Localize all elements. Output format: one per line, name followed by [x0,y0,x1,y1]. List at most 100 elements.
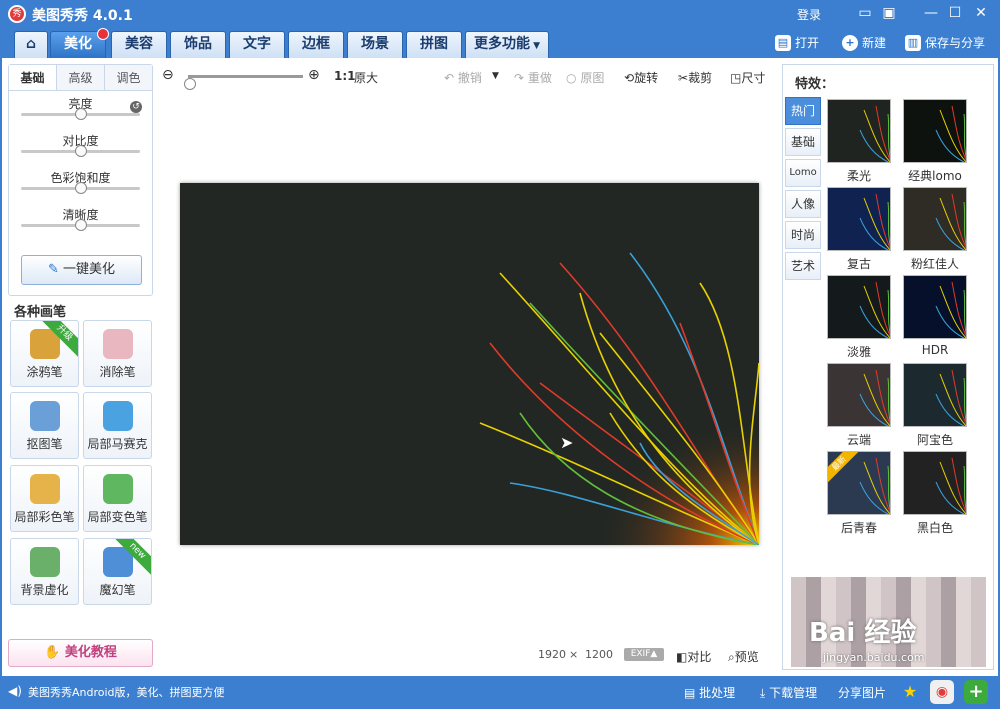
brush-item[interactable]: 局部变色笔 [83,465,152,532]
feedback-icon[interactable]: ▭ [854,4,876,24]
brightness-slider[interactable]: 亮度 [9,91,152,128]
tutorial-button[interactable]: ✋ 美化教程 [8,639,153,667]
tab-frame[interactable]: 边框 [288,31,344,58]
rotate-button[interactable]: ⟲旋转 [624,69,658,86]
tab-beauty[interactable]: 美容 [111,31,167,58]
login-link[interactable]: 登录 [797,6,821,23]
close-icon[interactable]: ✕ [970,4,992,24]
effect-item[interactable]: 黑白色 [903,451,967,536]
slider-track[interactable] [21,108,140,120]
share-image-button[interactable]: 分享图片 [838,684,886,701]
brush-item[interactable]: 消除笔 [83,320,152,387]
image-canvas[interactable]: ➤ [180,183,759,545]
tab-more[interactable]: 更多功能 ▼ [465,31,549,58]
effect-label: 柔光 [846,169,871,183]
redo-label: 重做 [527,71,552,85]
weibo-icon[interactable]: ◉ [930,680,954,704]
effect-item[interactable]: 淡雅 [827,275,891,360]
original-image-button[interactable]: ○ 原图 [566,69,604,86]
minimize-icon[interactable]: — [920,4,942,24]
tab-scene[interactable]: 场景 [347,31,403,58]
effect-category[interactable]: 时尚 [785,221,821,249]
effect-item[interactable]: 阿宝色 [903,363,967,448]
slider-handle[interactable] [74,182,87,194]
tab-home[interactable]: ⌂ [14,31,48,58]
preview-label: 预览 [734,650,759,664]
effect-category[interactable]: 艺术 [785,252,821,280]
tab-beautify[interactable]: 美化 [50,28,109,58]
effect-category[interactable]: 热门 [785,97,821,125]
brush-item[interactable]: 抠图笔 [10,392,79,459]
slider-handle[interactable] [74,145,87,157]
slider-handle[interactable] [74,108,87,120]
maximize-icon[interactable]: ☐ [944,4,966,24]
undo-dropdown-icon[interactable]: ▼ [492,71,499,81]
status-message[interactable]: 美图秀秀Android版，美化、拼图更方便 [28,684,225,700]
slider-track[interactable] [21,182,140,194]
brush-item[interactable]: 局部彩色笔 [10,465,79,532]
original-size-button[interactable]: 原大 [354,69,378,86]
tab-color[interactable]: 调色 [105,65,152,90]
tab-accessories[interactable]: 饰品 [170,31,226,58]
one-click-beautify-button[interactable]: ✎ 一键美化 [21,255,142,285]
saturation-slider[interactable]: 色彩饱和度 [9,165,152,202]
brush-item[interactable]: 魔幻笔 new [83,538,152,605]
effect-item[interactable]: 复古 [827,187,891,272]
effect-label: 黑白色 [916,521,953,535]
skin-icon[interactable]: ▣ [878,4,900,24]
effect-item[interactable]: HDR [903,275,967,357]
undo-button[interactable]: ↶ 撤销 [444,69,482,86]
save-share-button[interactable]: ▥ 保存与分享 [905,34,985,51]
brush-item[interactable]: 涂鸦笔 升级 [10,320,79,387]
sharpness-slider[interactable]: 清晰度 [9,202,152,239]
zoom-in-icon[interactable]: ⊕ [308,67,320,83]
effect-category[interactable]: 人像 [785,190,821,218]
crop-button[interactable]: ✂裁剪 [678,69,712,86]
effect-thumbnail [827,275,891,339]
batch-button[interactable]: ▤ 批处理 [684,684,735,701]
brush-label: 局部变色笔 [87,510,148,524]
exif-button[interactable]: EXIF▲ [624,648,664,661]
app-title: 美图秀秀 4.0.1 [32,8,133,24]
tab-text[interactable]: 文字 [229,31,285,58]
effect-label: HDR [921,343,949,357]
slider-handle[interactable] [74,219,87,231]
slider-track[interactable] [21,145,140,157]
download-manager-button[interactable]: ⤓ 下载管理 [760,684,817,701]
effect-thumbnail-art [935,369,966,426]
tab-basic[interactable]: 基础 [9,65,57,90]
tab-advanced[interactable]: 高级 [57,65,105,90]
compare-label: 对比 [687,650,712,664]
compare-button[interactable]: ◧对比 [676,648,711,665]
effect-item[interactable]: 粉红佳人 [903,187,967,272]
tab-collage[interactable]: 拼图 [406,31,462,58]
brush-item[interactable]: 局部马赛克 [83,392,152,459]
effect-label: 粉红佳人 [910,257,959,271]
title-bar: 秀 美图秀秀 4.0.1 登录 ▭ ▣ — ☐ ✕ [0,0,1000,28]
redo-button[interactable]: ↷ 重做 [514,69,552,86]
preview-icon: ⌕ [728,650,735,664]
slider-track[interactable] [21,219,140,231]
effect-label: 云端 [846,433,871,447]
add-icon[interactable]: + [964,680,988,704]
effect-category[interactable]: 基础 [785,128,821,156]
zoom-out-icon[interactable]: ⊖ [162,67,174,83]
app-window: 秀 美图秀秀 4.0.1 登录 ▭ ▣ — ☐ ✕ ⌂ 美化 美容 饰品 文字 … [0,0,1000,709]
star-icon[interactable]: ★ [898,680,922,704]
effect-item[interactable]: 柔光 [827,99,891,184]
effect-category[interactable]: Lomo [785,159,821,187]
preview-button[interactable]: ⌕预览 [728,648,759,665]
effect-item[interactable]: 云端 [827,363,891,448]
brush-item[interactable]: 背景虚化 [10,538,79,605]
effect-thumbnail: 最新 [827,451,891,515]
open-button[interactable]: ▤ 打开 [775,34,819,51]
effect-item[interactable]: 经典lomo [903,99,967,184]
resize-button[interactable]: ◳尺寸 [730,69,765,86]
new-button[interactable]: + 新建 [842,34,886,51]
contrast-slider[interactable]: 对比度 [9,128,152,165]
new-label: 新建 [862,36,887,50]
effect-item[interactable]: 最新 后青春 [827,451,891,536]
effect-thumbnail-art [935,281,966,338]
zoom-handle[interactable] [184,78,196,90]
zoom-slider[interactable] [184,75,303,90]
